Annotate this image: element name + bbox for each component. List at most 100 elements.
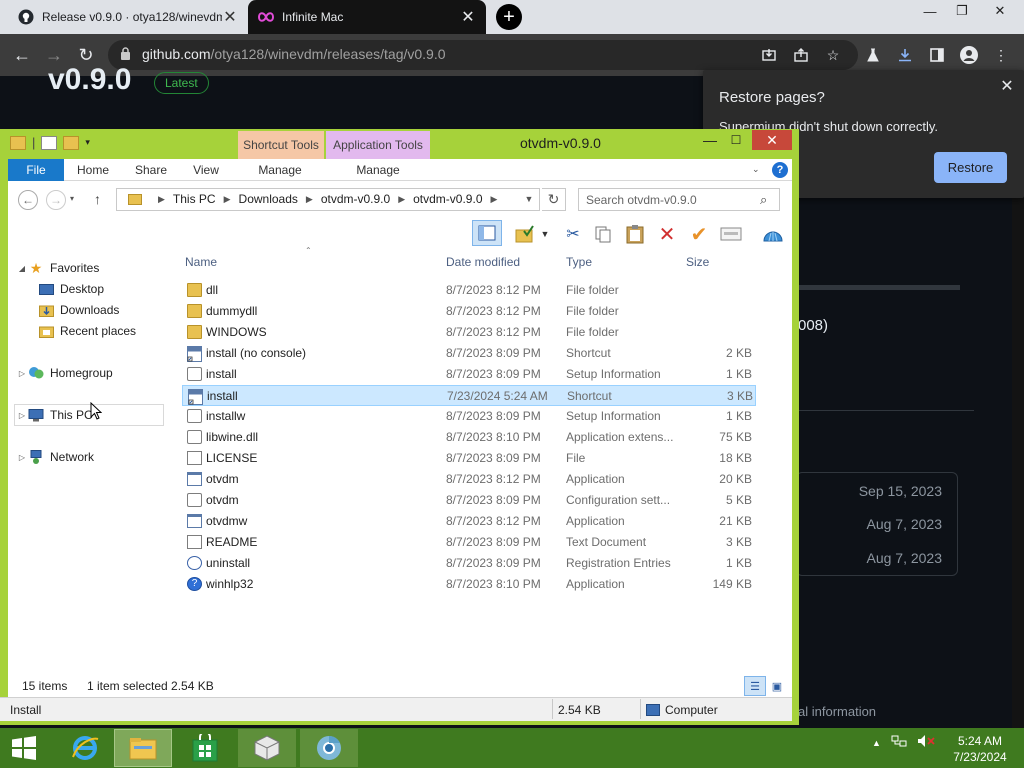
bookmark-star-icon[interactable]: ☆: [822, 44, 844, 66]
download-icon[interactable]: [894, 44, 916, 66]
start-button[interactable]: [0, 729, 48, 767]
tab-manage-shortcut[interactable]: Manage: [246, 159, 314, 181]
chevron-right-icon[interactable]: ▶: [491, 194, 498, 205]
table-row[interactable]: dummydll 8/7/2023 8:12 PM File folder: [182, 301, 756, 322]
back-button[interactable]: ←: [10, 44, 34, 66]
tab-home[interactable]: Home: [68, 159, 118, 181]
table-row[interactable]: WINDOWS 8/7/2023 8:12 PM File folder: [182, 322, 756, 343]
chevron-down-icon[interactable]: ▼: [538, 222, 552, 246]
column-header-size[interactable]: Size: [686, 255, 709, 269]
breadcrumb-this-pc[interactable]: This PC: [173, 192, 216, 206]
breadcrumb-otvdm-current[interactable]: otvdm-v0.9.0: [413, 192, 482, 206]
breadcrumb-otvdm-parent[interactable]: otvdm-v0.9.0: [321, 192, 390, 206]
table-row[interactable]: install 7/23/2024 5:24 AM Shortcut 3 KB: [182, 385, 756, 406]
speaker-muted-icon[interactable]: [917, 734, 935, 751]
restore-button[interactable]: Restore: [934, 152, 1007, 183]
preview-pane-icon[interactable]: [472, 220, 502, 246]
tab-view[interactable]: View: [182, 159, 230, 181]
chevron-right-icon[interactable]: ▶: [398, 194, 405, 205]
table-row[interactable]: LICENSE 8/7/2023 8:09 PM File 18 KB: [182, 448, 756, 469]
chevron-right-icon[interactable]: ▷: [16, 369, 28, 378]
network-icon[interactable]: [891, 734, 907, 751]
details-view-icon[interactable]: ☰: [744, 676, 766, 696]
chevron-right-icon[interactable]: ▷: [16, 453, 28, 462]
table-row[interactable]: otvdm 8/7/2023 8:09 PM Configuration sett.…: [182, 490, 756, 511]
application-tools-tab[interactable]: Application Tools: [326, 131, 430, 159]
nav-network[interactable]: ▷ Network: [16, 450, 94, 464]
column-header-name[interactable]: Name: [185, 255, 217, 269]
cut-icon[interactable]: ✂: [560, 222, 586, 246]
table-row[interactable]: otvdmw 8/7/2023 8:12 PM Application 21 KB: [182, 511, 756, 532]
chevron-down-icon[interactable]: ▾: [85, 137, 90, 148]
nav-homegroup[interactable]: ▷ Homegroup: [16, 366, 113, 380]
chevron-right-icon[interactable]: ▷: [16, 411, 28, 420]
rename-check-icon[interactable]: ✔: [686, 222, 712, 246]
chevron-down-icon[interactable]: ▼: [522, 191, 536, 207]
table-row[interactable]: libwine.dll 8/7/2023 8:10 PM Application e…: [182, 427, 756, 448]
help-icon[interactable]: ?: [772, 162, 788, 178]
virtualbox-icon[interactable]: [238, 729, 296, 767]
taskbar-clock[interactable]: 5:24 AM 7/23/2024: [950, 733, 1010, 765]
up-arrow-icon[interactable]: ↑: [94, 191, 101, 207]
close-icon[interactable]: ✕: [752, 130, 792, 150]
browser-tab-release[interactable]: Release v0.9.0 · otya128/winevdm ✕: [8, 0, 248, 34]
maximize-icon[interactable]: ❐: [946, 0, 978, 22]
minimize-icon[interactable]: —: [914, 0, 946, 22]
table-row[interactable]: installw 8/7/2023 8:09 PM Setup Informatio…: [182, 406, 756, 427]
menu-kebab-icon[interactable]: ⋮: [990, 44, 1012, 66]
table-row[interactable]: uninstall 8/7/2023 8:09 PM Registration En…: [182, 553, 756, 574]
nav-recent-places[interactable]: Recent places: [38, 324, 136, 338]
chevron-right-icon[interactable]: ▶: [224, 194, 231, 205]
breadcrumb-downloads[interactable]: Downloads: [239, 192, 298, 206]
new-folder-icon[interactable]: [63, 135, 80, 150]
lock-icon[interactable]: [120, 47, 132, 61]
recent-locations-icon[interactable]: ▾: [70, 194, 74, 203]
tab-file[interactable]: File: [8, 159, 64, 181]
browser-tab-infinite-mac[interactable]: Infinite Mac ✕: [248, 0, 486, 34]
folder-check-icon[interactable]: [512, 222, 538, 246]
share-icon[interactable]: [790, 44, 812, 66]
table-row[interactable]: dll 8/7/2023 8:12 PM File folder: [182, 280, 756, 301]
refresh-icon[interactable]: ↻: [542, 188, 566, 211]
shell-icon[interactable]: [760, 222, 786, 246]
column-header-date[interactable]: Date modified: [446, 255, 520, 269]
chevron-down-icon[interactable]: ⌄: [752, 164, 760, 175]
copy-icon[interactable]: [590, 222, 616, 246]
large-icons-view-icon[interactable]: ▣: [768, 677, 786, 695]
nav-favorites[interactable]: ◢ ★ Favorites: [16, 260, 99, 276]
profile-avatar-icon[interactable]: [958, 44, 980, 66]
shortcut-tools-tab[interactable]: Shortcut Tools: [238, 131, 324, 159]
new-tab-button[interactable]: +: [496, 4, 522, 30]
nav-desktop[interactable]: Desktop: [38, 282, 104, 296]
maximize-icon[interactable]: ☐: [726, 131, 746, 149]
chevron-down-icon[interactable]: ◢: [16, 264, 28, 273]
delete-icon[interactable]: ✕: [654, 222, 680, 246]
search-icon[interactable]: ⌕: [760, 192, 767, 208]
labs-flask-icon[interactable]: [862, 44, 884, 66]
minimize-icon[interactable]: —: [700, 131, 720, 149]
url-text[interactable]: github.com/otya128/winevdm/releases/tag/…: [142, 46, 446, 62]
chevron-right-icon[interactable]: ▶: [306, 194, 313, 205]
close-icon[interactable]: ✕: [984, 0, 1016, 22]
table-row[interactable]: ? winhlp32 8/7/2023 8:10 PM Application 149 …: [182, 574, 756, 595]
table-row[interactable]: install 8/7/2023 8:09 PM Setup Information…: [182, 364, 756, 385]
table-row[interactable]: README 8/7/2023 8:09 PM Text Document 3 KB: [182, 532, 756, 553]
store-icon[interactable]: [176, 729, 234, 767]
show-hidden-icons-icon[interactable]: ▲: [872, 738, 881, 748]
back-button[interactable]: ←: [18, 190, 38, 210]
side-panel-icon[interactable]: [926, 44, 948, 66]
table-row[interactable]: install (no console) 8/7/2023 8:09 PM Shor…: [182, 343, 756, 364]
folder-icon[interactable]: [10, 135, 26, 150]
tab-share[interactable]: Share: [126, 159, 176, 181]
close-icon[interactable]: ✕: [998, 77, 1016, 95]
tab-manage-application[interactable]: Manage: [344, 159, 412, 181]
column-header-type[interactable]: Type: [566, 255, 592, 269]
install-app-icon[interactable]: [758, 44, 780, 66]
paste-icon[interactable]: [622, 222, 648, 246]
footer-link[interactable]: al information: [798, 704, 876, 719]
table-row[interactable]: otvdm 8/7/2023 8:12 PM Application 20 KB: [182, 469, 756, 490]
browser-taskbar-icon[interactable]: [300, 729, 358, 767]
forward-button[interactable]: →: [46, 190, 66, 210]
chevron-right-icon[interactable]: ▶: [158, 194, 165, 205]
nav-downloads[interactable]: Downloads: [38, 303, 119, 317]
